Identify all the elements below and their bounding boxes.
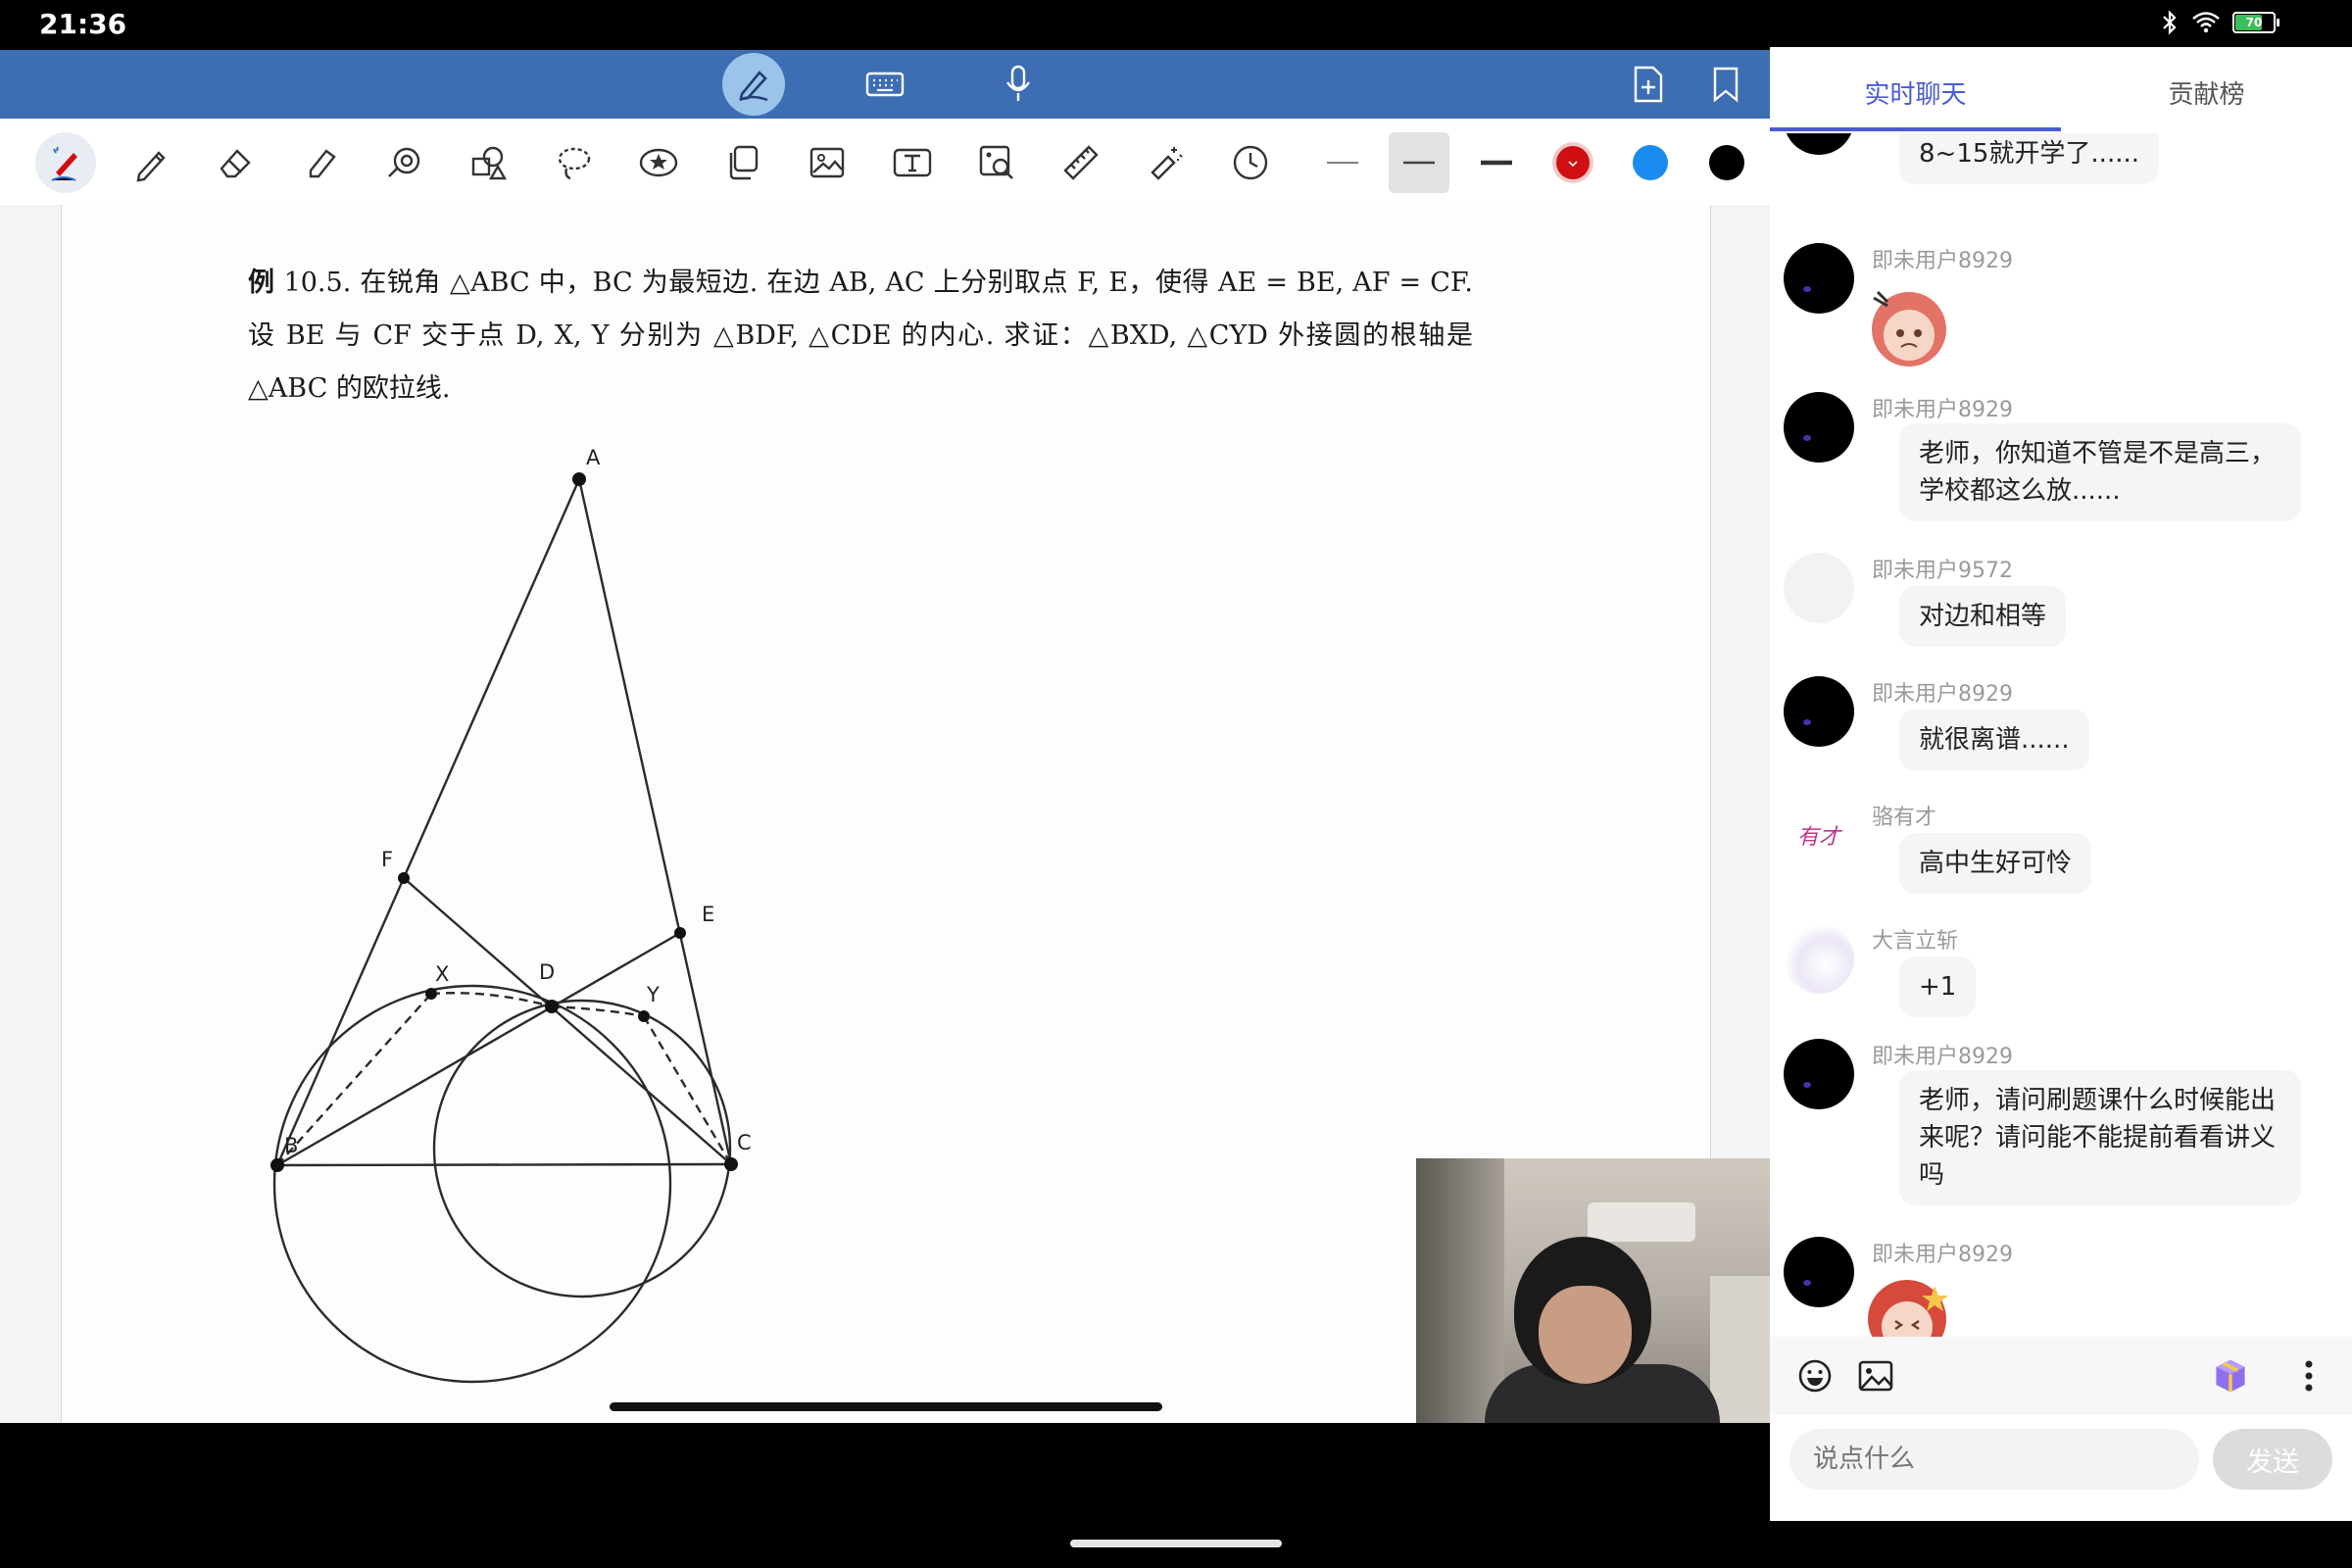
tab-underline — [1770, 127, 2061, 131]
point-c — [724, 1157, 738, 1171]
chat-panel: 实时聊天 贡献榜 8~15就开学了...... 即未用户8929 即未用户892… — [1770, 47, 2352, 1521]
wifi-icon — [2192, 12, 2220, 33]
username: 即未用户9572 — [1872, 559, 2013, 583]
point-y — [638, 1010, 650, 1022]
segment-ab — [275, 478, 581, 1166]
username: 大言立斩 — [1872, 929, 1959, 954]
gift-button[interactable] — [2211, 1356, 2250, 1396]
teacher-video-feed[interactable] — [1416, 1158, 1770, 1423]
send-image-button[interactable] — [1856, 1356, 1895, 1396]
label-a: A — [586, 446, 601, 469]
video-air-conditioner — [1588, 1202, 1695, 1242]
avatar — [1784, 1237, 1854, 1307]
label-d: D — [539, 960, 555, 984]
avatar — [1784, 392, 1854, 463]
avatar — [1784, 923, 1854, 994]
video-shelf — [1710, 1276, 1770, 1423]
avatar — [1784, 553, 1854, 623]
tab-contribution[interactable]: 贡献榜 — [2061, 74, 2352, 111]
segment-bc — [276, 1162, 732, 1167]
label-c: C — [737, 1131, 752, 1154]
chat-input-bar: 发送 — [1770, 1337, 2352, 1521]
emoji-icon — [1798, 1359, 1832, 1393]
message-bubble: +1 — [1899, 956, 1977, 1017]
message-bubble: 就很离谱...... — [1899, 710, 2089, 770]
label-e: E — [702, 903, 714, 926]
more-vertical-icon — [2305, 1360, 2313, 1392]
message-bubble: 老师，请问刷题课什么时候能出来呢？请问能不能提前看看讲义吗 — [1899, 1070, 2301, 1205]
chat-message-list[interactable]: 8~15就开学了...... 即未用户8929 即未用户8929 老师，你知道不… — [1770, 133, 2352, 1384]
label-f: F — [381, 848, 393, 871]
home-indicator[interactable] — [1070, 1540, 1282, 1547]
chat-message-input[interactable] — [1789, 1429, 2199, 1490]
message-bubble: 老师，你知道不管是不是高三，学校都这么放...... — [1899, 423, 2301, 521]
send-button[interactable]: 发送 — [2213, 1429, 2332, 1490]
username: 即未用户8929 — [1872, 398, 2013, 422]
video-person-face — [1539, 1286, 1632, 1384]
username: 骆有才 — [1872, 806, 1937, 830]
point-f — [398, 872, 410, 884]
label-y: Y — [646, 983, 660, 1006]
segment-be — [276, 931, 681, 1167]
status-icons: 70 — [2160, 10, 2279, 35]
emoji-button[interactable] — [1795, 1356, 1835, 1396]
image-icon — [1858, 1360, 1893, 1392]
segment-ac — [577, 478, 733, 1165]
sticker-emoji-icon — [1872, 290, 1946, 367]
dashed-bx — [276, 993, 432, 1166]
point-a — [572, 472, 586, 486]
username: 即未用户8929 — [1872, 1243, 2013, 1267]
avatar — [1784, 243, 1854, 314]
message-bubble: 8~15就开学了...... — [1899, 133, 2159, 184]
avatar — [1784, 133, 1854, 155]
username: 即未用户8929 — [1872, 682, 2013, 707]
avatar — [1784, 676, 1854, 747]
bluetooth-icon — [2163, 10, 2177, 35]
gift-icon — [2216, 1359, 2245, 1393]
username: 即未用户8929 — [1872, 1045, 2013, 1069]
video-window — [1416, 1158, 1504, 1423]
avatar: 有才 — [1784, 800, 1854, 870]
avatar — [1784, 1039, 1854, 1109]
label-b: B — [284, 1134, 298, 1157]
battery-icon: 70 — [2232, 12, 2279, 33]
point-e — [674, 927, 686, 939]
battery-level: 70 — [2245, 16, 2263, 29]
point-x — [425, 988, 437, 1000]
horizontal-scrollbar[interactable] — [610, 1402, 1162, 1411]
bottom-area — [0, 1423, 1770, 1568]
message-bubble: 对边和相等 — [1899, 586, 2067, 647]
point-b — [270, 1158, 284, 1172]
point-d — [545, 1000, 559, 1013]
circle-bxd — [272, 984, 672, 1384]
chat-tabs: 实时聊天 贡献榜 — [1770, 47, 2352, 133]
message-bubble: 高中生好可怜 — [1899, 833, 2092, 894]
label-x: X — [435, 962, 449, 986]
username: 即未用户8929 — [1872, 249, 2013, 273]
more-options-button[interactable] — [2289, 1356, 2328, 1396]
segment-cf — [403, 877, 732, 1165]
tab-live-chat[interactable]: 实时聊天 — [1770, 74, 2061, 111]
circle-cyd — [432, 999, 732, 1298]
chat-tools-row — [1770, 1337, 2352, 1415]
